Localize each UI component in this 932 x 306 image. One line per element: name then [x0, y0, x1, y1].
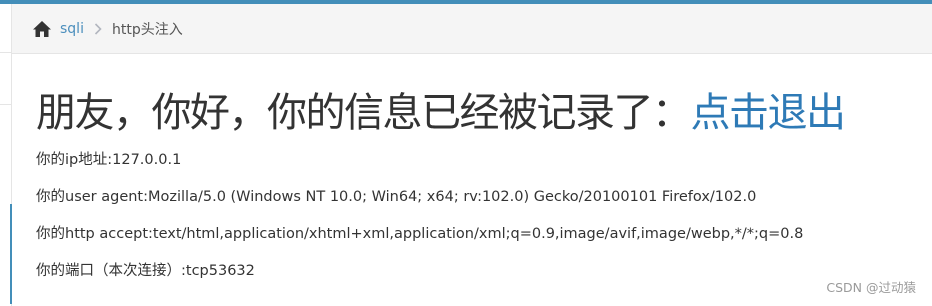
greeting-text: 朋友，你好，你的信息已经被记录了： [36, 90, 691, 136]
breadcrumb: sqli http头注入 [12, 4, 932, 54]
sidebar-divider [0, 52, 12, 53]
page-title: 朋友，你好，你的信息已经被记录了：点击退出 [36, 80, 916, 146]
sidebar-edge [0, 4, 12, 306]
sidebar-active-indicator [10, 204, 12, 304]
http-accept-text: 你的http accept:text/html,application/xhtm… [36, 224, 803, 244]
breadcrumb-link-sqli[interactable]: sqli [60, 21, 84, 37]
user-agent-text: 你的user agent:Mozilla/5.0 (Windows NT 10.… [36, 187, 756, 207]
logout-link[interactable]: 点击退出 [691, 90, 845, 136]
chevron-right-icon [94, 23, 102, 35]
ip-address-text: 你的ip地址:127.0.0.1 [36, 150, 181, 170]
home-icon[interactable] [32, 20, 52, 38]
page-content: 朋友，你好，你的信息已经被记录了：点击退出 [36, 80, 916, 146]
sidebar-divider [0, 104, 12, 105]
watermark: CSDN @过动猿 [826, 277, 916, 296]
breadcrumb-current: http头注入 [112, 19, 183, 39]
port-text: 你的端口（本次连接）:tcp53632 [36, 261, 255, 281]
